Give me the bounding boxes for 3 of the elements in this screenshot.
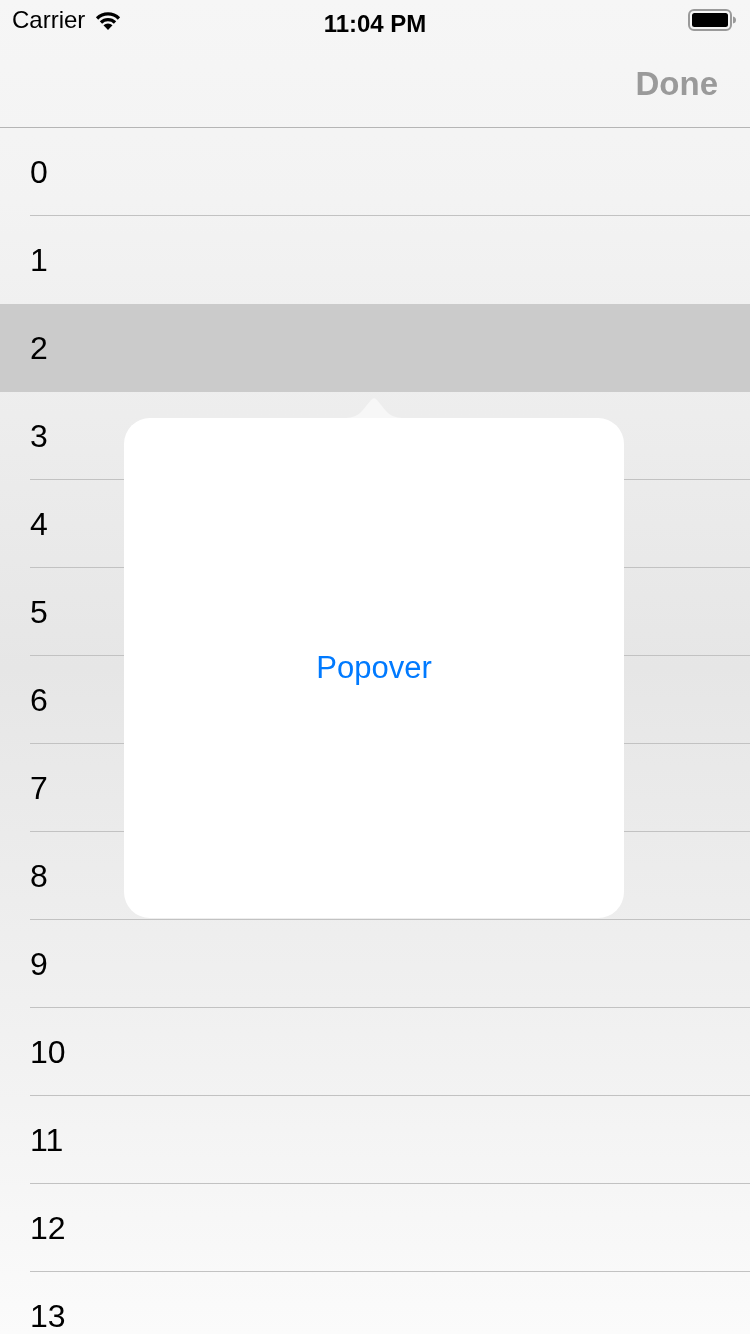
- carrier-label: Carrier: [12, 5, 86, 35]
- popover-text: Popover: [316, 648, 432, 687]
- clock-time: 11:04 PM: [323, 10, 427, 37]
